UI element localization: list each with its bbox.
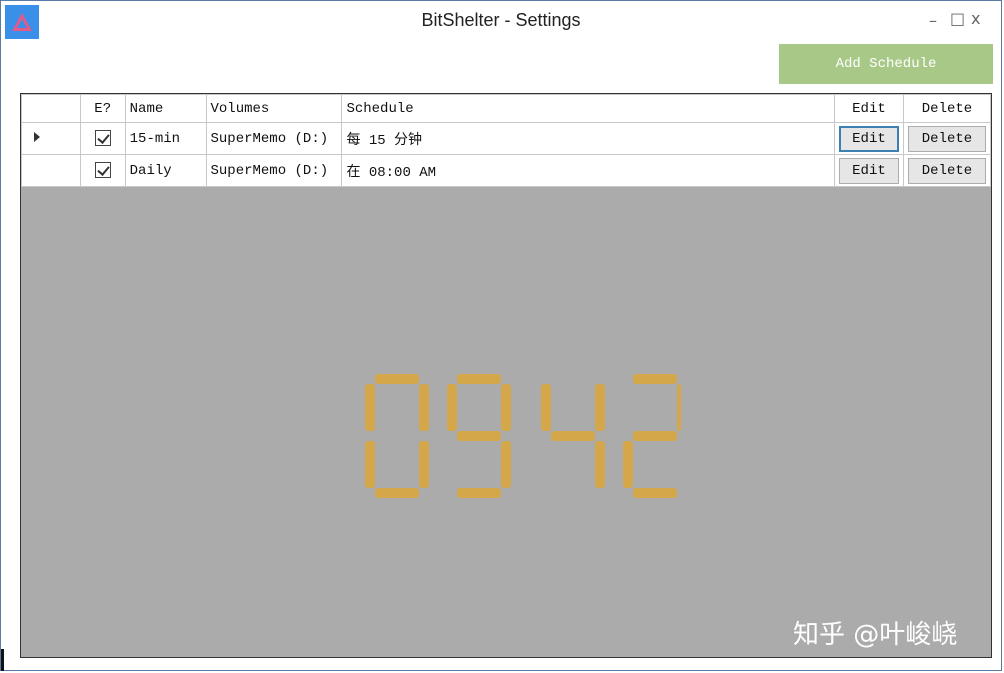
- delete-button[interactable]: Delete: [907, 125, 986, 152]
- clock-segment: [595, 441, 605, 488]
- delete-cell: Delete: [902, 122, 992, 155]
- watermark-text: 知乎 @叶峻峣: [793, 620, 958, 650]
- enabled-cell[interactable]: [79, 122, 126, 155]
- row-selector[interactable]: [21, 122, 81, 155]
- column-header-name[interactable]: Name: [124, 94, 207, 123]
- edit-cell: Edit: [833, 122, 904, 155]
- schedule-table: E? Name Volumes Schedule Edit Delete 15-…: [21, 94, 992, 187]
- column-header-edit[interactable]: Edit: [833, 94, 904, 123]
- maximize-button[interactable]: □: [950, 9, 965, 28]
- schedule-cell[interactable]: 每 15 分钟: [341, 122, 835, 155]
- close-button[interactable]: x: [971, 9, 980, 28]
- enabled-checkbox[interactable]: [94, 162, 111, 179]
- edit-cell: Edit: [833, 154, 904, 187]
- minimize-button[interactable]: –: [929, 11, 937, 30]
- delete-button[interactable]: Delete: [907, 157, 986, 184]
- seven-segment-clock: [365, 374, 681, 498]
- clock-segment: [551, 431, 595, 441]
- enabled-cell[interactable]: [79, 154, 126, 187]
- clock-segment: [457, 431, 501, 441]
- clock-segment: [595, 384, 605, 431]
- delete-cell: Delete: [902, 154, 992, 187]
- clock-segment: [365, 384, 375, 431]
- column-header-schedule[interactable]: Schedule: [341, 94, 835, 123]
- window-title: BitShelter - Settings: [421, 10, 581, 30]
- title-bar: BitShelter - Settings – □ x: [1, 1, 1001, 41]
- table-header-row: E? Name Volumes Schedule Edit Delete: [21, 94, 992, 123]
- schedule-cell[interactable]: 在 08:00 AM: [341, 154, 835, 187]
- current-row-arrow-icon: [34, 131, 40, 142]
- clock-segment: [447, 384, 457, 431]
- clock-segment: [457, 488, 501, 498]
- column-header-volumes[interactable]: Volumes: [205, 94, 343, 123]
- window-corner-mark: [1, 649, 4, 671]
- clock-segment: [365, 441, 375, 488]
- enabled-checkbox[interactable]: [94, 130, 111, 147]
- volumes-cell[interactable]: SuperMemo (D:): [205, 122, 343, 155]
- row-selector[interactable]: [21, 154, 81, 187]
- row-header-corner: [21, 94, 81, 123]
- clock-segment: [501, 384, 511, 431]
- clock-segment: [623, 441, 633, 488]
- table-row[interactable]: Daily SuperMemo (D:) 在 08:00 AM Edit Del…: [21, 154, 992, 187]
- clock-segment: [375, 488, 419, 498]
- column-header-enabled[interactable]: E?: [79, 94, 126, 123]
- clock-segment: [633, 488, 677, 498]
- clock-segment: [419, 441, 429, 488]
- column-header-delete[interactable]: Delete: [902, 94, 992, 123]
- edit-button[interactable]: Edit: [838, 157, 899, 184]
- clock-segment: [457, 374, 501, 384]
- clock-segment: [375, 374, 419, 384]
- table-row[interactable]: 15-min SuperMemo (D:) 每 15 分钟 Edit Delet…: [21, 122, 992, 155]
- clock-segment: [501, 441, 511, 488]
- volumes-cell[interactable]: SuperMemo (D:): [205, 154, 343, 187]
- clock-segment: [677, 384, 681, 431]
- name-cell[interactable]: 15-min: [124, 122, 207, 155]
- name-cell[interactable]: Daily: [124, 154, 207, 187]
- schedule-grid: E? Name Volumes Schedule Edit Delete 15-…: [20, 93, 992, 658]
- clock-segment: [633, 374, 677, 384]
- add-schedule-button[interactable]: Add Schedule: [779, 44, 993, 84]
- clock-segment: [633, 431, 677, 441]
- clock-segment: [541, 384, 551, 431]
- settings-window: BitShelter - Settings – □ x Add Schedule…: [0, 0, 1002, 671]
- clock-segment: [419, 384, 429, 431]
- edit-button[interactable]: Edit: [838, 125, 899, 152]
